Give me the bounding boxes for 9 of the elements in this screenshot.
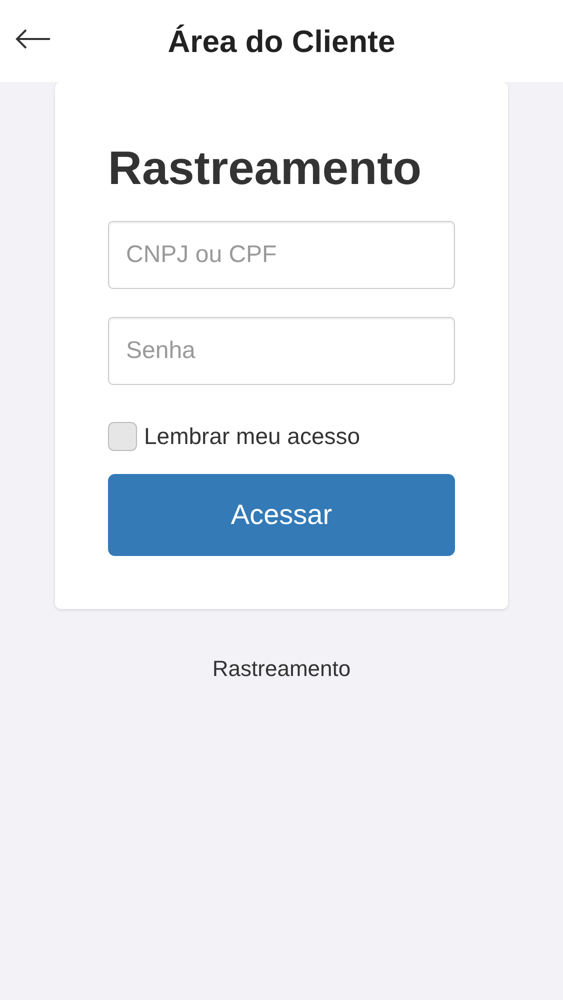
back-arrow-icon <box>15 29 51 49</box>
remember-checkbox[interactable] <box>108 422 137 451</box>
input-field[interactable]: CNPJ ou CPF <box>108 221 455 289</box>
card-title: Rastreamento <box>108 144 422 191</box>
footer-link[interactable]: Rastreamento <box>212 652 351 684</box>
remember-label: Lembrar meu acesso <box>144 422 360 451</box>
submit-button[interactable]: Acessar <box>108 474 455 556</box>
input-field[interactable]: Senha <box>108 317 455 385</box>
header-title: Área do Cliente <box>168 26 396 56</box>
